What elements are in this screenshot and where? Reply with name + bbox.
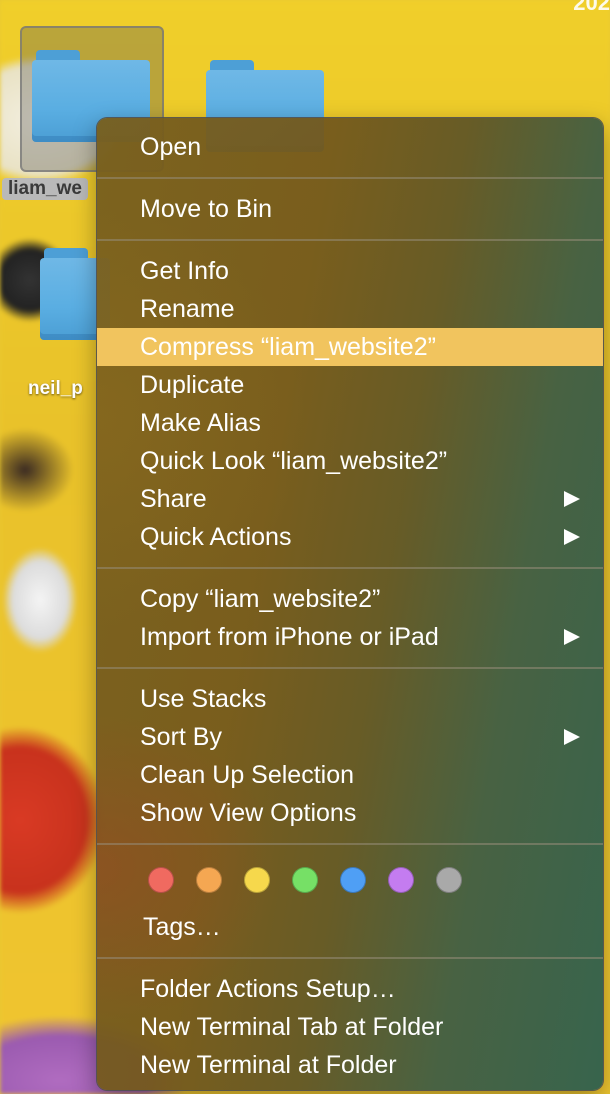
menu-item-compress[interactable]: Compress “liam_website2”	[97, 328, 603, 366]
menu-separator	[97, 239, 603, 241]
menu-item-use-stacks[interactable]: Use Stacks	[97, 680, 603, 718]
clock-year-fragment: 202	[573, 0, 610, 15]
desktop-file-label[interactable]: neil_p	[28, 378, 83, 400]
tag-yellow-icon[interactable]	[244, 867, 270, 893]
menu-item-quick-look[interactable]: Quick Look “liam_website2”	[97, 442, 603, 480]
tag-red-icon[interactable]	[148, 867, 174, 893]
tag-green-icon[interactable]	[292, 867, 318, 893]
menu-item-move-to-bin[interactable]: Move to Bin	[97, 190, 603, 228]
menu-item-duplicate[interactable]: Duplicate	[97, 366, 603, 404]
menu-item-folder-actions-setup[interactable]: Folder Actions Setup…	[97, 970, 603, 1008]
menu-item-tags[interactable]: Tags…	[97, 908, 603, 946]
menu-item-new-terminal-tab[interactable]: New Terminal Tab at Folder	[97, 1008, 603, 1046]
submenu-arrow-icon	[564, 629, 580, 645]
tag-gray-icon[interactable]	[436, 867, 462, 893]
menu-separator	[97, 957, 603, 959]
menu-item-rename[interactable]: Rename	[97, 290, 603, 328]
menu-item-make-alias[interactable]: Make Alias	[97, 404, 603, 442]
menu-item-import-from-iphone[interactable]: Import from iPhone or iPad	[97, 618, 603, 656]
menu-item-new-terminal[interactable]: New Terminal at Folder	[97, 1046, 603, 1084]
menu-separator	[97, 843, 603, 845]
tag-orange-icon[interactable]	[196, 867, 222, 893]
menu-item-clean-up-selection[interactable]: Clean Up Selection	[97, 756, 603, 794]
menu-item-quick-actions[interactable]: Quick Actions	[97, 518, 603, 556]
context-menu: Open Move to Bin Get Info Rename Compres…	[97, 118, 603, 1090]
menu-separator	[97, 667, 603, 669]
menu-item-copy[interactable]: Copy “liam_website2”	[97, 580, 603, 618]
menu-item-share[interactable]: Share	[97, 480, 603, 518]
menu-item-get-info[interactable]: Get Info	[97, 252, 603, 290]
menu-separator	[97, 177, 603, 179]
tag-purple-icon[interactable]	[388, 867, 414, 893]
submenu-arrow-icon	[564, 529, 580, 545]
desktop-file-label[interactable]: liam_we	[2, 178, 88, 200]
menu-item-open[interactable]: Open	[97, 128, 603, 166]
submenu-arrow-icon	[564, 729, 580, 745]
tag-blue-icon[interactable]	[340, 867, 366, 893]
menu-item-show-view-options[interactable]: Show View Options	[97, 794, 603, 832]
menu-separator	[97, 567, 603, 569]
submenu-arrow-icon	[564, 491, 580, 507]
menu-item-sort-by[interactable]: Sort By	[97, 718, 603, 756]
